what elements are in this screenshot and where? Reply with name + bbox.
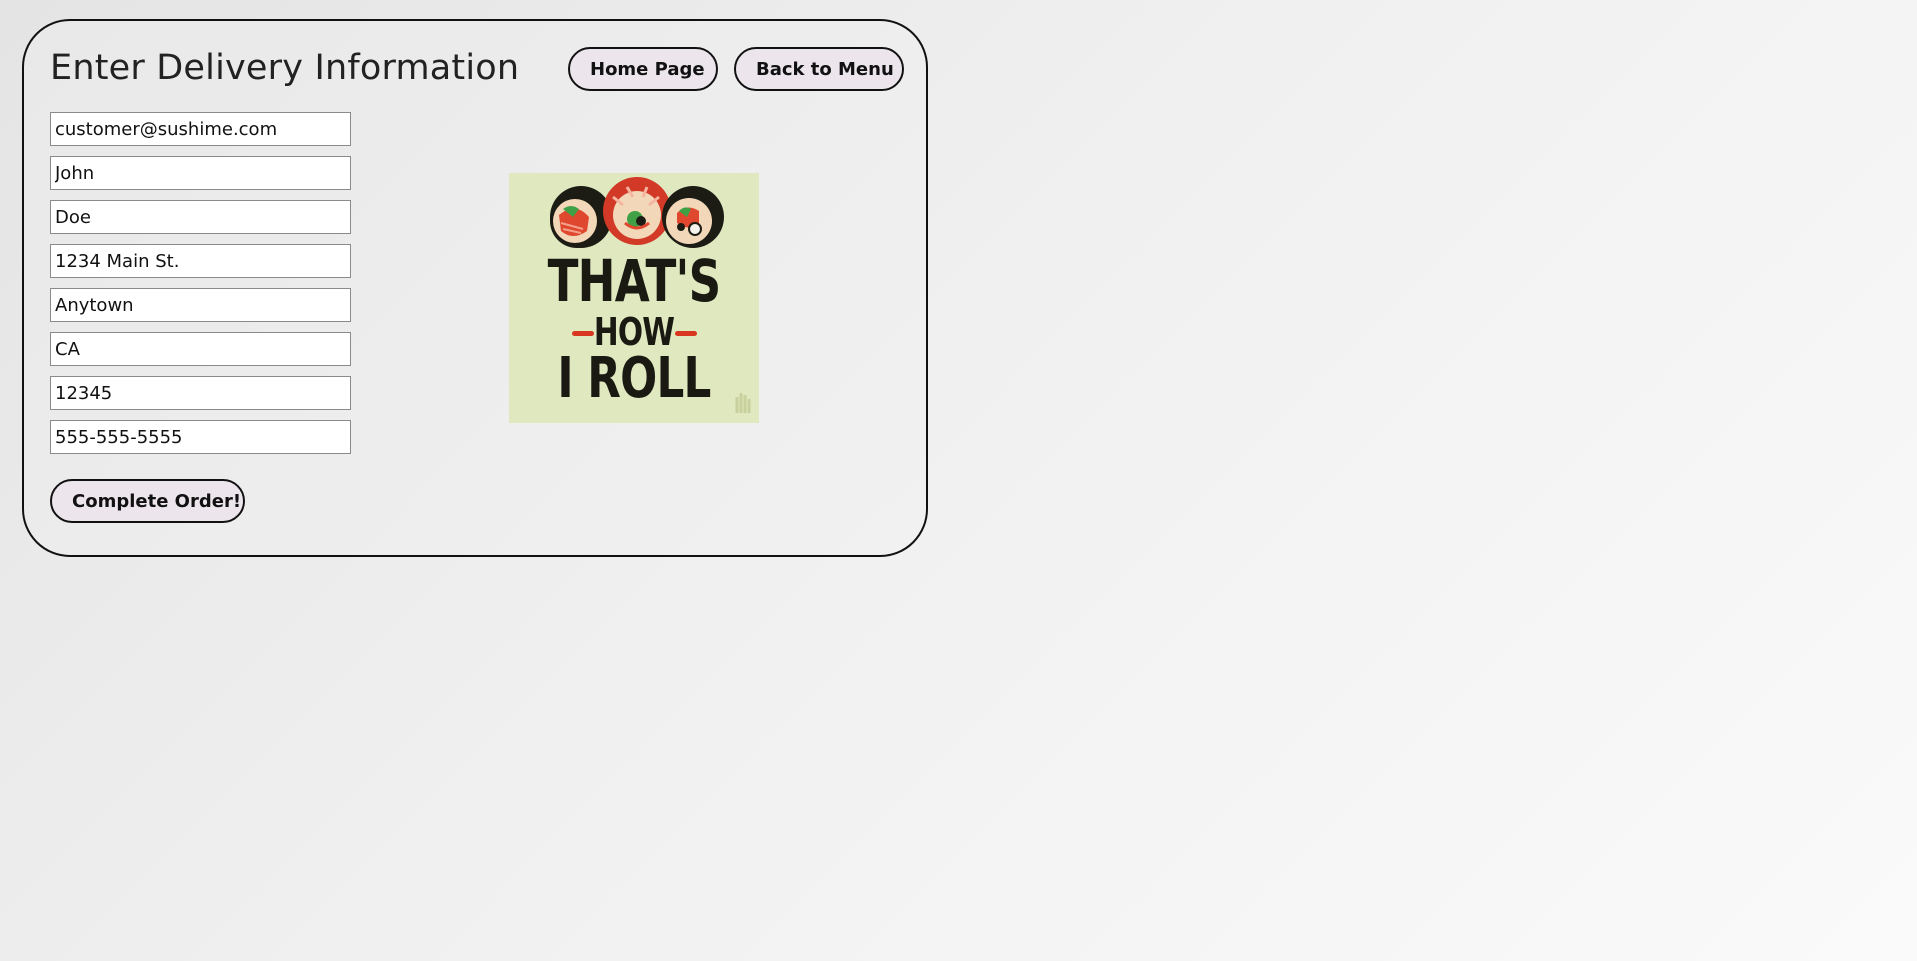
complete-order-button[interactable]: Complete Order!	[50, 479, 245, 523]
page-title: Enter Delivery Information	[50, 48, 520, 88]
poster-line-1: THAT'S	[547, 247, 722, 315]
delivery-card: Enter Delivery Information Home Page Bac…	[22, 19, 928, 557]
back-to-menu-button[interactable]: Back to Menu	[734, 47, 904, 91]
address-field[interactable]	[50, 244, 351, 278]
home-page-button[interactable]: Home Page	[568, 47, 718, 91]
phone-field[interactable]	[50, 420, 351, 454]
state-field[interactable]	[50, 332, 351, 366]
city-field[interactable]	[50, 288, 351, 322]
sushi-poster-image: THAT'S HOW I ROLL	[509, 173, 759, 423]
first-name-field[interactable]	[50, 156, 351, 190]
email-field[interactable]	[50, 112, 351, 146]
last-name-field[interactable]	[50, 200, 351, 234]
poster-line-3: I ROLL	[557, 346, 711, 411]
zip-field[interactable]	[50, 376, 351, 410]
